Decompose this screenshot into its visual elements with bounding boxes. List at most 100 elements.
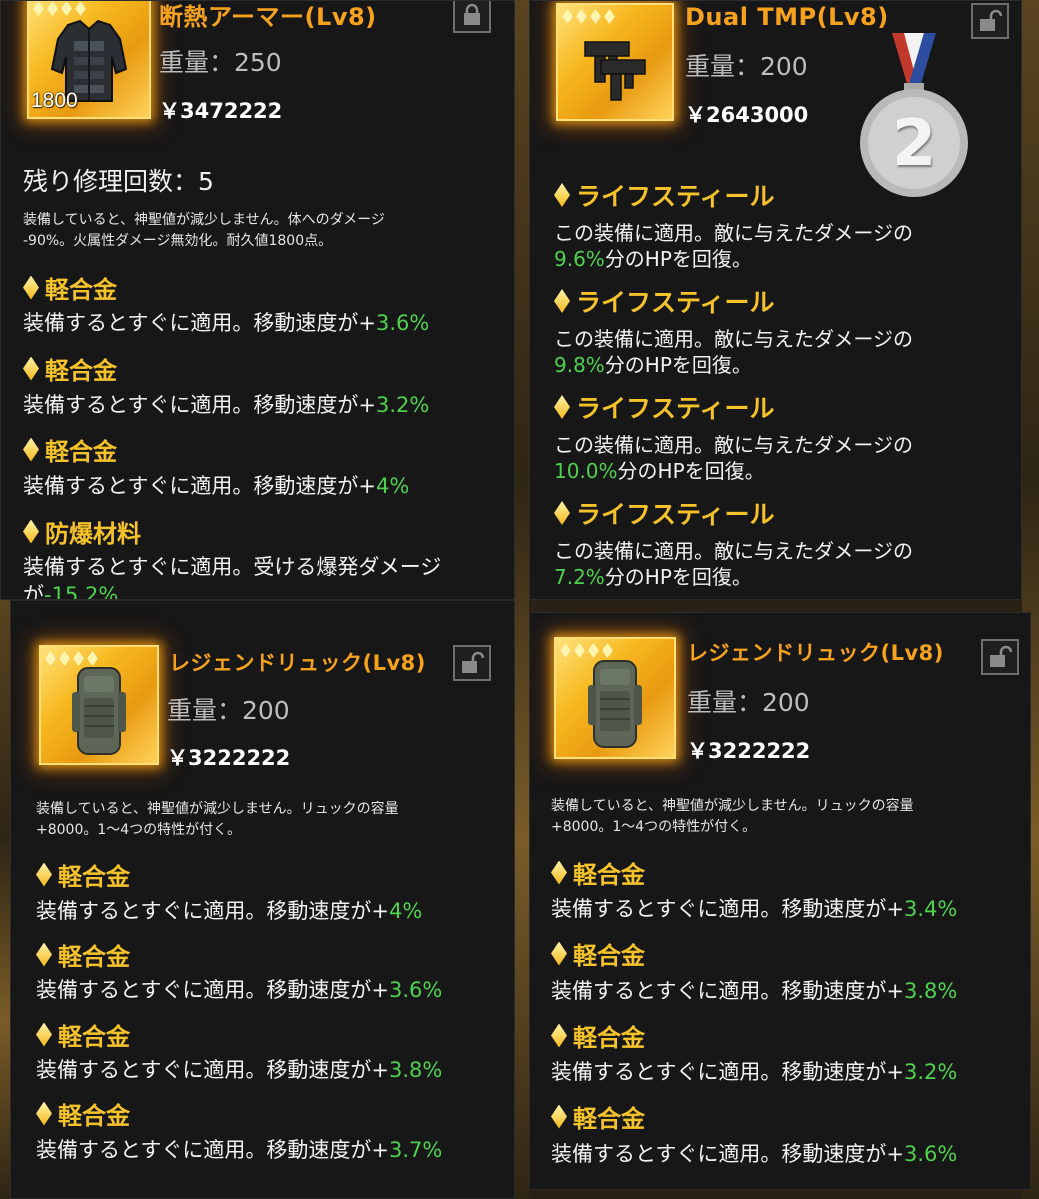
item-name: 断熱アーマー(Lv8)	[159, 3, 377, 31]
item-card-backpack[interactable]	[39, 645, 159, 765]
trait-value: 9.8%	[554, 353, 605, 377]
trait-title-text: ライフスティール	[576, 500, 775, 529]
trait-description: この装備に適用。敵に与えたダメージの	[554, 535, 913, 564]
trait-title-text: 軽合金	[573, 861, 645, 889]
trait-text: この装備に適用。敵に与えたダメージの	[554, 327, 913, 351]
trait-text: 装備するとすぐに適用。移動速度が+	[36, 1058, 389, 1082]
item-card-dual-tmp[interactable]	[556, 3, 674, 121]
trait-diamond-icon	[23, 519, 39, 544]
trait-text2: 分のHPを回復。	[604, 247, 752, 271]
item-price: ￥3222222	[167, 746, 291, 770]
trait-description: 装備するとすぐに適用。移動速度が+4%	[36, 895, 422, 925]
trait-text2: 分のHPを回復。	[604, 353, 752, 377]
trait-description: 装備するとすぐに適用。受ける爆発ダメージ	[23, 551, 441, 581]
trait-description: この装備に適用。敵に与えたダメージの	[554, 429, 913, 458]
trait-title: 軽合金	[23, 351, 117, 386]
item-weight: 重量：200	[167, 696, 290, 725]
lock-button[interactable]	[453, 645, 491, 681]
lock-button[interactable]	[971, 3, 1009, 39]
trait-title: ライフスティール	[554, 389, 775, 425]
trait-description: この装備に適用。敵に与えたダメージの	[554, 217, 913, 246]
trait-value: 3.2%	[375, 393, 430, 417]
trait-description: 装備するとすぐに適用。移動速度が+3.7%	[36, 1134, 442, 1164]
trait-text2: 分のHPを回復。	[617, 459, 765, 483]
trait-title: 軽合金	[551, 936, 645, 971]
trait-description: 装備するとすぐに適用。移動速度が+4%	[23, 470, 409, 500]
trait-text: 装備するとすぐに適用。移動速度が+	[551, 1060, 904, 1084]
trait-text: 装備するとすぐに適用。移動速度が+	[36, 978, 389, 1002]
item-card-backpack[interactable]	[554, 637, 676, 759]
lock-button[interactable]	[981, 639, 1019, 675]
lock-open-icon	[990, 645, 1012, 667]
trait-description: この装備に適用。敵に与えたダメージの	[554, 323, 913, 352]
trait-text: 装備するとすぐに適用。移動速度が+	[36, 899, 389, 923]
trait-title-text: ライフスティール	[576, 394, 775, 423]
lock-button[interactable]	[453, 1, 491, 33]
trait-title-text: 軽合金	[58, 1023, 130, 1051]
trait-title: ライフスティール	[554, 283, 775, 319]
trait-text: 装備するとすぐに適用。移動速度が+	[23, 393, 376, 417]
trait-title: ライフスティール	[554, 177, 775, 213]
trait-text: この装備に適用。敵に与えたダメージの	[554, 539, 913, 563]
trait-text: この装備に適用。敵に与えたダメージの	[554, 221, 913, 245]
trait-title: 防爆材料	[23, 514, 141, 549]
trait-diamond-icon	[554, 183, 570, 207]
item-tooltip-backpack-1: レジェンドリュック(Lv8) 重量：200 ￥3222222 装備していると、神…	[10, 600, 515, 1199]
item-card-armor[interactable]: 1800	[27, 1, 151, 119]
trait-title-text: 防爆材料	[45, 520, 141, 548]
trait-description-line2: 10.0%分のHPを回復。	[554, 455, 765, 484]
trait-diamond-icon	[23, 356, 39, 381]
trait-title-text: 軽合金	[58, 863, 130, 891]
trait-title: 軽合金	[36, 857, 130, 892]
trait-title-text: 軽合金	[573, 1024, 645, 1052]
trait-title-text: 軽合金	[573, 942, 645, 970]
item-tooltip-armor: 1800 断熱アーマー(Lv8) 重量：250 ￥3472222 残り修理回数：…	[0, 0, 515, 600]
trait-value: 3.4%	[903, 897, 958, 921]
dual-smg-icon	[584, 40, 646, 101]
trait-title: 軽合金	[551, 1099, 645, 1134]
trait-description: 装備するとすぐに適用。移動速度が+3.4%	[551, 893, 957, 923]
durability-badge: 1800	[31, 89, 78, 112]
trait-description: 装備するとすぐに適用。移動速度が+3.2%	[551, 1056, 957, 1086]
lock-open-icon	[980, 9, 1002, 31]
trait-value: 3.8%	[388, 1058, 443, 1082]
trait-text: この装備に適用。敵に与えたダメージの	[554, 433, 913, 457]
trait-description-line2: 7.2%分のHPを回復。	[554, 561, 752, 590]
trait-title: 軽合金	[551, 855, 645, 890]
trait-text: 装備するとすぐに適用。移動速度が+	[23, 474, 376, 498]
trait-description-line2: が-15.2%	[23, 579, 118, 600]
item-description-line1: 装備していると、神聖値が減少しません。リュックの容量	[551, 798, 914, 814]
trait-value: 4%	[388, 899, 423, 923]
trait-diamond-icon	[36, 1101, 52, 1126]
backpack-icon	[72, 666, 126, 755]
trait-diamond-icon	[554, 395, 570, 419]
item-description-line1: 装備していると、神聖値が減少しません。体へのダメージ	[23, 212, 385, 228]
item-description-line1: 装備していると、神聖値が減少しません。リュックの容量	[36, 801, 399, 817]
item-price: ￥2643000	[685, 103, 809, 127]
lock-open-icon	[462, 651, 484, 673]
trait-value: 3.7%	[388, 1138, 443, 1162]
trait-description: 装備するとすぐに適用。移動速度が+3.6%	[36, 974, 442, 1004]
trait-title-text: ライフスティール	[576, 182, 775, 211]
trait-text: 装備するとすぐに適用。移動速度が+	[551, 897, 904, 921]
item-weight: 重量：200	[685, 52, 808, 81]
trait-title: 軽合金	[23, 270, 117, 305]
trait-text2: が	[23, 583, 44, 600]
trait-description: 装備するとすぐに適用。移動速度が+3.6%	[551, 1138, 957, 1168]
item-price: ￥3472222	[159, 99, 283, 123]
trait-text: 装備するとすぐに適用。移動速度が+	[23, 311, 376, 335]
trait-description-line2: 9.8%分のHPを回復。	[554, 349, 752, 378]
trait-diamond-icon	[551, 1104, 567, 1129]
trait-diamond-icon	[554, 289, 570, 313]
trait-diamond-icon	[36, 862, 52, 887]
trait-title-text: ライフスティール	[576, 288, 775, 317]
item-weight: 重量：250	[159, 48, 282, 77]
trait-title: 軽合金	[36, 937, 130, 972]
item-tooltip-dual-tmp: Dual TMP(Lv8) 重量：200 ￥2643000 2 ライフスティール…	[529, 0, 1022, 600]
trait-value: 4%	[375, 474, 410, 498]
item-description-line2: +8000。1～4つの特性が付く。	[36, 822, 242, 838]
item-description-line2: -90%。火属性ダメージ無効化。耐久値1800点。	[23, 233, 333, 249]
trait-diamond-icon	[554, 501, 570, 525]
trait-title-text: 軽合金	[45, 357, 117, 385]
trait-value: 3.6%	[388, 978, 443, 1002]
